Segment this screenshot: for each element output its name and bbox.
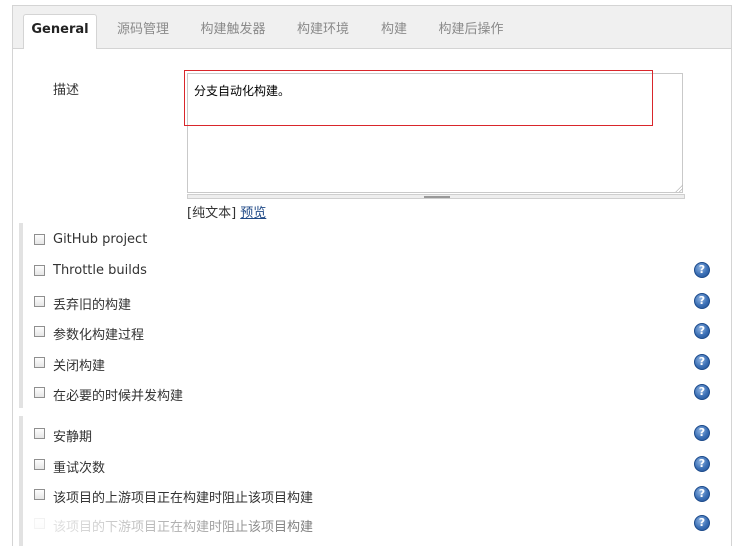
discard-old-builds-checkbox[interactable] [34,296,45,307]
option-discard-old-builds: 丢弃旧的构建 ? [34,293,724,313]
tab-post-build[interactable]: 构建后操作 [429,15,513,48]
tab-build-triggers[interactable]: 构建触发器 [191,15,275,48]
retry-count-checkbox[interactable] [34,459,45,470]
textarea-vertical-resizer[interactable] [187,194,685,199]
option-label: 重试次数 [53,461,106,476]
tab-build[interactable]: 构建 [371,15,417,48]
help-icon[interactable]: ? [694,486,710,502]
option-block-upstream: 该项目的上游项目正在构建时阻止该项目构建 ? [34,486,724,506]
option-label: GitHub project [53,232,148,247]
option-label: 安静期 [53,430,93,445]
help-icon[interactable]: ? [694,323,710,339]
quiet-period-checkbox[interactable] [34,428,45,439]
help-icon[interactable]: ? [694,425,710,441]
option-github-project: GitHub project [34,231,724,251]
option-concurrent-builds: 在必要的时候并发构建 ? [34,384,724,404]
textarea-resize-grip[interactable] [673,182,683,192]
help-icon[interactable]: ? [694,515,710,531]
option-quiet-period: 安静期 ? [34,425,724,445]
tab-bar: General 源码管理 构建触发器 构建环境 构建 构建后操作 [13,6,731,49]
tab-source-control[interactable]: 源码管理 [107,15,179,48]
options-group-1-bar [19,223,23,408]
option-parameterized-build: 参数化构建过程 ? [34,323,724,343]
throttle-builds-checkbox[interactable] [34,265,45,276]
block-downstream-checkbox[interactable] [34,518,45,529]
option-label: 在必要的时候并发构建 [53,389,184,404]
help-icon[interactable]: ? [694,384,710,400]
resizer-grip-lines [424,196,450,198]
option-label: 参数化构建过程 [53,328,145,343]
description-label: 描述 [53,83,80,98]
block-upstream-checkbox[interactable] [34,489,45,500]
option-label: Throttle builds [53,263,147,278]
help-icon[interactable]: ? [694,262,710,278]
help-icon[interactable]: ? [694,293,710,309]
preview-link[interactable]: 预览 [240,206,266,221]
disable-build-checkbox[interactable] [34,357,45,368]
option-label: 该项目的下游项目正在构建时阻止该项目构建 [53,520,314,535]
tab-build-environment[interactable]: 构建环境 [287,15,359,48]
description-textarea[interactable]: 分支自动化构建。 [187,73,683,193]
option-retry-count: 重试次数 ? [34,456,724,476]
help-icon[interactable]: ? [694,354,710,370]
option-label: 该项目的上游项目正在构建时阻止该项目构建 [53,491,314,506]
plain-text-label: [纯文本] [187,206,241,221]
help-icon[interactable]: ? [694,456,710,472]
options-group-2-bar [19,416,23,546]
description-format-links: [纯文本] 预览 [187,202,266,221]
option-block-downstream: 该项目的下游项目正在构建时阻止该项目构建 ? [34,515,724,535]
github-project-checkbox[interactable] [34,234,45,245]
option-label: 丢弃旧的构建 [53,298,132,313]
tab-general[interactable]: General [23,14,97,49]
concurrent-builds-checkbox[interactable] [34,387,45,398]
option-label: 关闭构建 [53,359,106,374]
option-throttle-builds: Throttle builds ? [34,262,724,282]
config-panel: General 源码管理 构建触发器 构建环境 构建 构建后操作 描述 分支自动… [12,5,732,546]
option-disable-build: 关闭构建 ? [34,354,724,374]
parameterized-build-checkbox[interactable] [34,326,45,337]
